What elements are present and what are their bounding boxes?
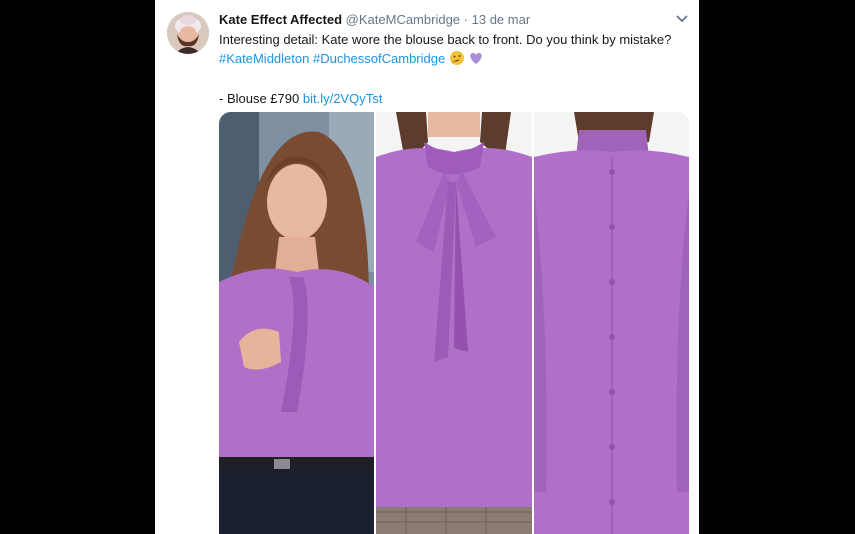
display-name[interactable]: Kate Effect Affected	[219, 12, 342, 27]
photo-blouse-back	[534, 112, 689, 534]
blouse-price: - Blouse £790	[219, 90, 300, 106]
photo-blouse-front	[376, 112, 532, 534]
tweet-header: Kate Effect Affected @KateMCambridge · 1…	[219, 12, 530, 27]
tweet-card: Kate Effect Affected @KateMCambridge · 1…	[155, 0, 699, 534]
separator-dot: ·	[463, 12, 468, 27]
tweet-date[interactable]: 13 de mar	[472, 12, 531, 27]
hashtag-kate-middleton[interactable]: #KateMiddleton	[219, 51, 309, 66]
hashtag-duchess-of-cambridge[interactable]: #DuchessofCambridge	[313, 51, 445, 66]
tweet-body: Interesting detail: Kate wore the blouse…	[219, 31, 687, 108]
photo-kate-wearing-blouse	[219, 112, 374, 534]
purple-heart-icon	[468, 50, 484, 72]
thinking-face-icon	[449, 50, 465, 72]
user-handle[interactable]: @KateMCambridge	[346, 12, 460, 27]
tweet-text: Interesting detail: Kate wore the blouse…	[219, 32, 672, 47]
tweet-media-image[interactable]	[219, 112, 689, 534]
avatar[interactable]	[167, 12, 209, 54]
chevron-down-icon[interactable]	[675, 14, 689, 24]
blouse-link[interactable]: bit.ly/2VQyTst	[303, 91, 382, 106]
